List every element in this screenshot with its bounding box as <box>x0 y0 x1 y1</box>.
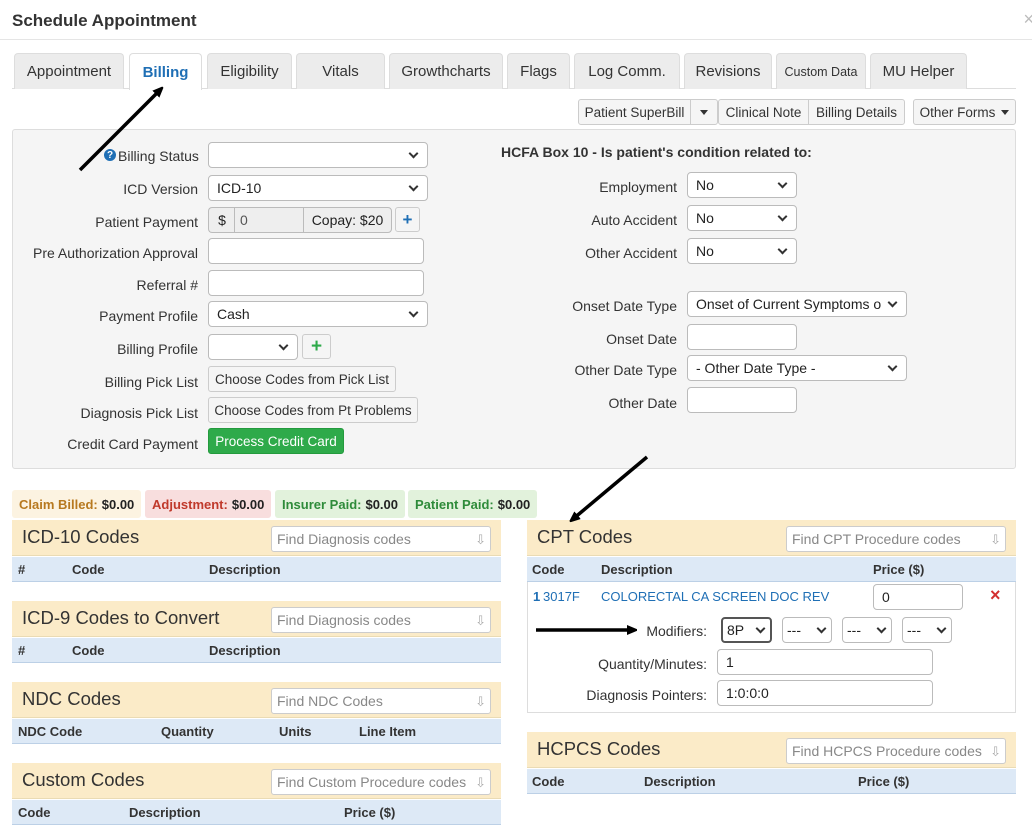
annotation-arrows <box>78 0 649 838</box>
arrow-to-billing-tab <box>78 90 160 172</box>
arrow-to-cpt-codes <box>573 455 649 519</box>
